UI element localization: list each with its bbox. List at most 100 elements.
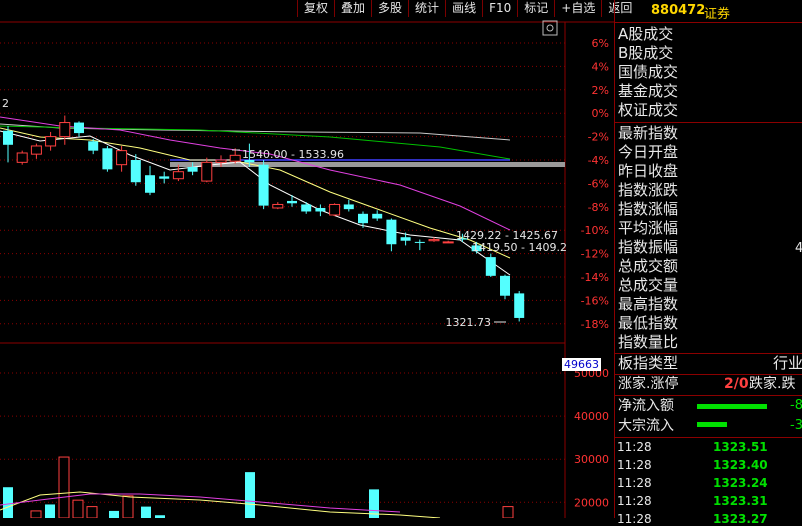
panel-title: 880472 证券	[615, 0, 802, 23]
up-limit-value: 2/0	[724, 376, 749, 392]
candle-body-up	[201, 161, 213, 182]
stat-average-change: 平均涨幅	[618, 219, 679, 237]
candle-body-up	[329, 203, 341, 216]
index-code: 880472	[651, 3, 706, 18]
stat-latest-index: 最新指数	[618, 124, 679, 142]
candle-body-down	[485, 257, 496, 276]
tick-price: 1323.51	[713, 440, 768, 454]
stat-lowest-index: 最低指数	[618, 314, 679, 332]
volume-value-badge: 49663	[562, 358, 601, 371]
chart-settings-icon[interactable]	[542, 20, 558, 36]
candle-body-down	[3, 130, 13, 145]
stat-total-volume: 总成交量	[618, 276, 679, 294]
candle-body-down	[102, 148, 113, 170]
volume-bar-up	[122, 495, 134, 518]
candle-body-down	[130, 160, 141, 183]
candle-body-up	[428, 239, 440, 242]
volume-bar-up	[502, 506, 514, 518]
candle-body-down	[514, 293, 525, 318]
price-tick-label: 4%	[592, 60, 609, 73]
candle-body-down	[74, 122, 84, 134]
chart-grid	[0, 21, 614, 518]
tick-time: 11:28	[617, 458, 652, 472]
stat-total-amount: 总成交额	[618, 257, 679, 275]
quote-panel: 880472 证券 A股成交 B股成交 国债成交 基金成交 权证成交 最新指数 …	[615, 0, 802, 526]
candle-body-up	[45, 136, 57, 147]
price-tick-label: -14%	[581, 271, 609, 284]
net-inflow-value: -8	[790, 398, 802, 413]
volume-bar-down	[3, 487, 13, 518]
candle-body-down	[258, 164, 269, 206]
stat-fund-volume: 基金成交	[618, 82, 679, 100]
kline-chart[interactable]: 6% 4% 2% 0% -2% -4% -6% -8% -10% -12% -14% -16% -18%…	[0, 0, 614, 518]
price-axis: 6% 4% 2% 0% -2% -4% -6% -8% -10% -12% -14% -16% -18%	[581, 37, 609, 331]
candle-body-down	[400, 237, 411, 241]
volume-bar-down	[109, 510, 119, 518]
candle-body-up	[229, 154, 241, 162]
low-price-annotation: 1321.73	[446, 316, 492, 329]
price-tick-label: -2%	[588, 131, 609, 144]
price-tick-label: 6%	[592, 37, 609, 50]
candle-body-down	[386, 219, 397, 245]
candle-body-down	[358, 213, 368, 224]
up-limit-label: 涨家.涨停	[618, 376, 679, 392]
price-tick-label: -8%	[588, 201, 609, 214]
volume-bar-up	[58, 456, 70, 518]
net-inflow-label: 净流入额	[618, 398, 674, 414]
stat-warrant-volume: 权证成交	[618, 101, 679, 119]
stat-divider	[615, 395, 802, 396]
board-type-label: 板指类型	[618, 354, 679, 372]
volume-bar-up	[72, 499, 84, 518]
candle-body-down	[315, 207, 326, 212]
volume-tick-label: 20000	[574, 496, 609, 509]
stat-highest-index: 最高指数	[618, 295, 679, 313]
volume-bar-down	[245, 472, 255, 518]
candle-body-up	[16, 152, 28, 163]
candle-body-down	[88, 141, 99, 151]
candle-body-up	[59, 122, 71, 138]
candle-body-down	[500, 275, 510, 296]
candlestick-series	[3, 115, 525, 322]
volume-axis: 50000400003000020000	[574, 367, 609, 509]
block-inflow-value: -3	[790, 418, 802, 433]
stat-b-share-volume: B股成交	[618, 44, 674, 62]
tick-time: 11:28	[617, 494, 652, 508]
candle-body-up	[172, 171, 184, 180]
volume-tick-label: 30000	[574, 453, 609, 466]
volume-bar-down	[45, 504, 55, 518]
volume-tick-label: 40000	[574, 410, 609, 423]
price-tick-label: -4%	[588, 154, 609, 167]
price-tick-label: -6%	[588, 177, 609, 190]
stat-index-change: 指数涨跌	[618, 181, 679, 199]
candle-body-up	[116, 150, 128, 166]
tick-time: 11:28	[617, 440, 652, 454]
tick-price: 1323.24	[713, 476, 768, 490]
tick-time: 11:28	[617, 512, 652, 526]
tick-time: 11:28	[617, 476, 652, 490]
price-tick-label: -16%	[581, 294, 609, 307]
price-annotation-1: 1540.00 - 1533.96	[242, 148, 344, 161]
board-type-value: 行业	[773, 354, 802, 372]
stat-divider	[615, 437, 802, 438]
price-tick-label: -18%	[581, 318, 609, 331]
stat-volume-ratio: 指数量比	[618, 333, 679, 351]
candle-body-down	[187, 167, 198, 172]
stat-index-change-pct: 指数涨幅	[618, 200, 679, 218]
stat-side-value: 4	[795, 241, 802, 256]
stat-bond-volume: 国债成交	[618, 63, 679, 81]
index-name: 证券	[704, 7, 731, 22]
candle-body-up	[442, 241, 454, 244]
candle-body-down	[372, 213, 383, 219]
price-annotation-3: 1419.50 - 1409.2	[472, 241, 567, 254]
stat-a-share-volume: A股成交	[618, 25, 674, 43]
down-limit-label: 跌家.跌	[749, 376, 796, 392]
stat-divider	[615, 374, 802, 375]
candle-body-up	[215, 159, 227, 163]
volume-bars	[0, 456, 514, 518]
price-tick-label: 2%	[592, 84, 609, 97]
tick-price: 1323.40	[713, 458, 768, 472]
volume-bar-up	[30, 510, 42, 518]
candle-body-down	[343, 204, 354, 210]
stat-amplitude: 指数振幅	[618, 238, 679, 256]
candle-body-up	[272, 203, 284, 209]
